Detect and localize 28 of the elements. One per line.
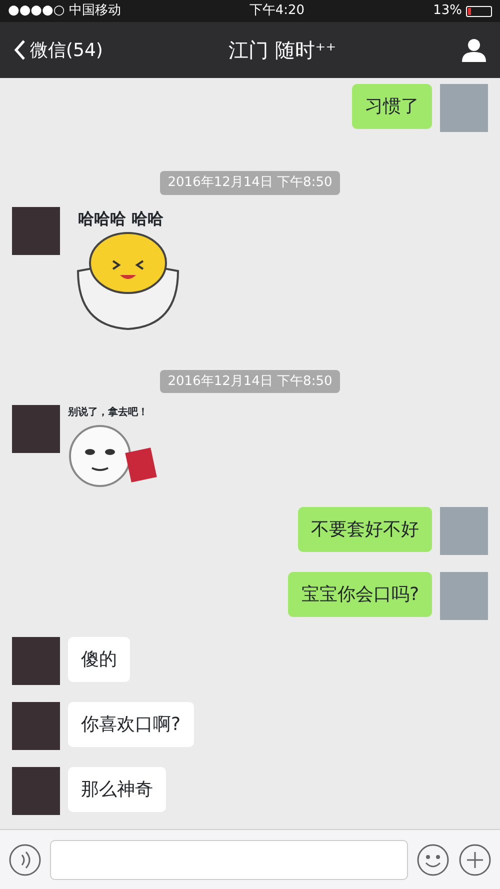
- avatar-photo: [12, 702, 60, 750]
- back-link[interactable]: 微信(54): [14, 36, 103, 64]
- avatar-photo: [440, 572, 488, 620]
- timestamp: 2016年12月14日 下午8:50: [160, 370, 340, 393]
- sticker-caption: 哈哈哈 哈哈: [78, 208, 164, 230]
- voice-icon[interactable]: [8, 842, 42, 876]
- battery-icon: [466, 6, 492, 16]
- profile-icon[interactable]: [462, 38, 486, 62]
- message-bubble: 不要套好不好: [298, 507, 432, 552]
- avatar-photo: [12, 637, 60, 685]
- emoji-icon[interactable]: [416, 842, 450, 876]
- message-input[interactable]: [50, 840, 408, 880]
- clock-text: 下午4:20: [249, 2, 305, 20]
- sticker-caption: 别说了，拿去吧！: [68, 406, 148, 420]
- avatar-photo: [440, 507, 488, 555]
- message-bubble: 那么神奇: [68, 767, 166, 812]
- avatar-photo: [440, 84, 488, 132]
- avatar-photo: [12, 767, 60, 815]
- message-bubble: 傻的: [68, 637, 130, 682]
- message-bubble: 你喜欢口啊?: [68, 702, 194, 747]
- carrier-text: ●●●●○ 中国移动: [8, 2, 121, 20]
- message-bubble: 习惯了: [352, 84, 432, 129]
- plus-icon[interactable]: [458, 842, 492, 876]
- back-icon[interactable]: [14, 39, 26, 61]
- message-bubble: 宝宝你会口吗?: [288, 572, 432, 617]
- timestamp: 2016年12月14日 下午8:50: [160, 171, 340, 194]
- battery-percent: 13%: [433, 2, 462, 20]
- chat-title: 江门 随时⁺⁺: [228, 37, 336, 64]
